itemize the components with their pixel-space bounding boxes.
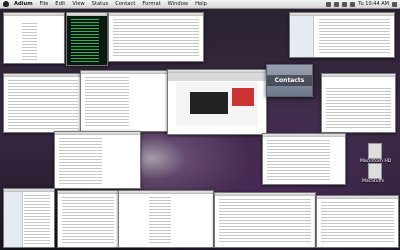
window-thumbnail-paper-4[interactable] xyxy=(214,192,316,248)
volume-icon[interactable] xyxy=(342,1,348,7)
drive-icon[interactable] xyxy=(368,143,382,159)
window-thumbnail-finder[interactable] xyxy=(3,188,55,248)
menu-file[interactable]: File xyxy=(40,0,49,8)
window-thumbnail-paper-2[interactable] xyxy=(321,73,396,133)
desktop-icon-label-2: MacStuffs xyxy=(362,179,385,184)
window-thumbnail-outline[interactable] xyxy=(118,190,214,248)
window-thumbnail-browser[interactable] xyxy=(167,69,267,135)
window-thumbnail-paper-1[interactable] xyxy=(3,73,83,133)
menu-app-name[interactable]: Adium xyxy=(14,0,33,8)
window-thumbnail-editor[interactable] xyxy=(54,131,141,189)
battery-icon[interactable] xyxy=(350,1,356,7)
contacts-window-label: Contacts xyxy=(267,75,312,86)
status-area: Tu 10:44 AM xyxy=(326,0,397,8)
menu-window[interactable]: Window xyxy=(168,0,188,8)
window-thumbnail-spreadsheet[interactable] xyxy=(316,195,399,248)
window-thumbnail-diagram[interactable] xyxy=(3,12,65,64)
adium-status-icon[interactable] xyxy=(326,1,332,7)
menu-contact[interactable]: Contact xyxy=(115,0,135,8)
menu-format[interactable]: Format xyxy=(142,0,160,8)
window-thumbnail-document[interactable] xyxy=(108,12,204,62)
window-thumbnail-pdf[interactable] xyxy=(262,133,346,185)
menu-bar: Adium File Edit View Status Contact Form… xyxy=(0,0,400,9)
menu-edit[interactable]: Edit xyxy=(55,0,65,8)
contacts-window[interactable]: Contacts xyxy=(266,64,313,97)
wifi-icon[interactable] xyxy=(334,1,340,7)
apple-menu-icon[interactable] xyxy=(3,1,9,7)
spotlight-icon[interactable] xyxy=(392,1,397,7)
window-thumbnail-terminal[interactable] xyxy=(66,12,108,66)
menu-help[interactable]: Help xyxy=(195,0,207,8)
folder-icon[interactable] xyxy=(368,163,382,179)
menu-clock[interactable]: Tu 10:44 AM xyxy=(358,1,389,7)
menu-status[interactable]: Status xyxy=(92,0,109,8)
window-thumbnail-list[interactable] xyxy=(289,12,395,58)
window-thumbnail-paper-3[interactable] xyxy=(57,190,119,248)
window-thumbnail-code[interactable] xyxy=(80,70,170,132)
menu-view[interactable]: View xyxy=(72,0,84,8)
